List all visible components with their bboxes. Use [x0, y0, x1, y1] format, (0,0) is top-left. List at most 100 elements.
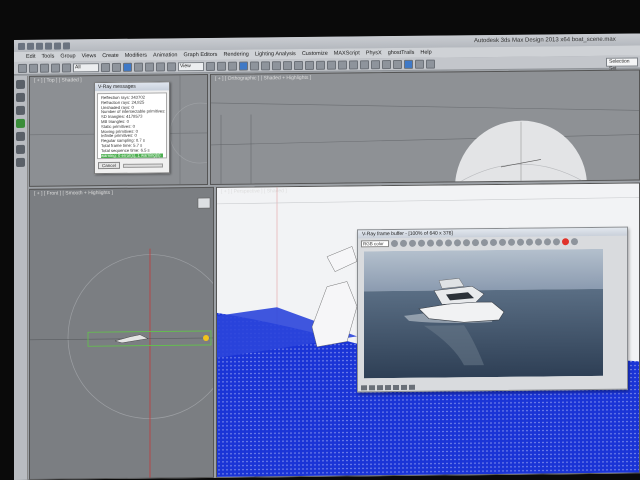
lock-icon[interactable] — [553, 237, 560, 245]
create-panel-icon[interactable] — [16, 79, 25, 89]
edit-named-selection-icon[interactable] — [283, 60, 292, 70]
viewport-label-perspective[interactable]: [ + ] [ Perspective ] [ Shaded ] — [221, 188, 287, 195]
render-production-icon[interactable] — [393, 59, 402, 69]
percent-snap-icon[interactable] — [261, 60, 270, 70]
vray-messages-log[interactable]: Reflection rays: 343702 Refraction rays:… — [97, 92, 167, 160]
vray-frame-buffer-icon[interactable] — [404, 59, 413, 69]
clear-image-icon[interactable] — [454, 238, 461, 246]
render-teapot-icon[interactable] — [415, 59, 424, 69]
color-correction-icon[interactable] — [517, 238, 524, 246]
quick-access-toolbar[interactable] — [18, 41, 70, 50]
green-channel-icon[interactable] — [400, 239, 407, 247]
cancel-button[interactable]: Cancel — [98, 161, 121, 170]
select-by-name-icon[interactable] — [112, 62, 121, 72]
keyboard-shortcut-icon[interactable] — [228, 61, 237, 71]
window-crossing-icon[interactable] — [134, 62, 143, 72]
menu-create[interactable]: Create — [102, 53, 119, 59]
status-icon[interactable] — [385, 385, 391, 391]
status-icon[interactable] — [409, 384, 415, 390]
last-render-icon[interactable] — [490, 238, 497, 246]
stop-render-icon[interactable] — [562, 237, 569, 245]
undo-icon[interactable] — [54, 42, 61, 50]
display-panel-icon[interactable] — [16, 131, 25, 141]
menu-customize[interactable]: Customize — [302, 51, 328, 57]
align-icon[interactable] — [305, 60, 314, 70]
status-icon[interactable] — [401, 384, 407, 390]
motion-panel-icon[interactable] — [16, 118, 25, 128]
selection-filter-dropdown[interactable]: All — [73, 62, 99, 72]
viewport-label-front[interactable]: [ + ] [ Orthographic ] [ Shaded + Highli… — [215, 75, 311, 82]
render-panel-icon[interactable] — [16, 157, 25, 167]
menu-physx[interactable]: PhysX — [366, 50, 382, 56]
redo-icon[interactable] — [29, 63, 38, 73]
pivot-center-icon[interactable] — [206, 61, 215, 71]
load-image-icon[interactable] — [445, 238, 452, 246]
menu-graph-editors[interactable]: Graph Editors — [184, 52, 218, 58]
viewport-label-left[interactable]: [ + ] [ Front ] [ Smooth + Highlights ] — [34, 190, 113, 197]
render-setup-icon[interactable] — [371, 59, 380, 69]
viewport-left[interactable]: [ + ] [ Front ] [ Smooth + Highlights ] — [29, 186, 214, 480]
redo-icon[interactable] — [63, 41, 70, 49]
alpha-channel-icon[interactable] — [418, 239, 425, 247]
compare-icon[interactable] — [499, 238, 506, 246]
menu-views[interactable]: Views — [82, 53, 97, 59]
vray-messages-title[interactable]: V-Ray messages — [95, 82, 169, 92]
menu-animation[interactable]: Animation — [153, 52, 177, 58]
history-icon[interactable] — [544, 237, 551, 245]
lut-icon[interactable] — [535, 237, 542, 246]
spinner-snap-icon[interactable] — [272, 60, 281, 70]
save-image-icon[interactable] — [436, 239, 443, 247]
menu-modifiers[interactable]: Modifiers — [125, 53, 147, 59]
render-icon[interactable] — [571, 237, 578, 245]
app-menu-icon[interactable] — [18, 42, 25, 50]
blue-channel-icon[interactable] — [409, 239, 416, 247]
status-icon[interactable] — [361, 385, 367, 391]
bind-space-warp-icon[interactable] — [62, 62, 71, 72]
gear-icon[interactable] — [426, 59, 435, 69]
track-mouse-icon[interactable] — [472, 238, 479, 246]
layer-manager-icon[interactable] — [316, 60, 325, 70]
viewcube-icon[interactable] — [197, 197, 211, 209]
rendered-frame-window-icon[interactable] — [382, 59, 391, 69]
angle-snap-icon[interactable] — [250, 60, 259, 71]
menu-help[interactable]: Help — [420, 50, 431, 56]
open-file-icon[interactable] — [36, 42, 43, 50]
hierarchy-panel-icon[interactable] — [16, 105, 25, 115]
undo-icon[interactable] — [18, 63, 27, 73]
curve-editor-icon[interactable] — [338, 60, 347, 70]
move-icon[interactable] — [145, 62, 154, 72]
menu-tools[interactable]: Tools — [41, 54, 54, 60]
viewport-front[interactable]: [ + ] [ Orthographic ] [ Shaded + Highli… — [210, 69, 640, 185]
region-render-icon[interactable] — [481, 238, 488, 246]
menu-rendering[interactable]: Rendering — [223, 52, 248, 58]
vray-messages-window[interactable]: V-Ray messages Reflection rays: 343702 R… — [94, 81, 170, 175]
mono-icon[interactable] — [427, 239, 434, 247]
rendered-boat-image[interactable] — [364, 248, 603, 379]
status-icon[interactable] — [369, 385, 375, 391]
utilities-panel-icon[interactable] — [16, 144, 25, 154]
modify-panel-icon[interactable] — [16, 92, 25, 102]
select-object-icon[interactable] — [101, 62, 110, 72]
red-channel-icon[interactable] — [391, 239, 398, 247]
snap-toggle-icon[interactable] — [239, 61, 248, 71]
vray-frame-buffer-window[interactable]: V-Ray frame buffer - [100% of 640 x 376]… — [357, 226, 628, 393]
schematic-view-icon[interactable] — [349, 59, 358, 69]
material-editor-icon[interactable] — [360, 59, 369, 69]
viewport-label-top[interactable]: [ + ] [ Top ] [ Shaded ] — [34, 77, 82, 83]
srgb-icon[interactable] — [526, 238, 533, 246]
mirror-icon[interactable] — [294, 60, 303, 70]
status-icon[interactable] — [377, 385, 383, 391]
menu-ghosttrails[interactable]: ghostTrails — [388, 50, 415, 56]
menu-lighting-analysis[interactable]: Lighting Analysis — [255, 51, 296, 57]
duplicate-icon[interactable] — [463, 238, 470, 246]
rectangular-selection-icon[interactable] — [123, 62, 132, 72]
unlink-icon[interactable] — [51, 63, 60, 73]
menu-maxscript[interactable]: MAXScript — [334, 50, 360, 56]
save-file-icon[interactable] — [45, 42, 52, 50]
link-icon[interactable] — [40, 63, 49, 73]
lens-effects-icon[interactable] — [508, 238, 515, 246]
named-selection-field[interactable]: Selection Set — [606, 56, 638, 71]
rotate-icon[interactable] — [156, 61, 165, 72]
menu-edit[interactable]: Edit — [26, 54, 35, 60]
status-icon[interactable] — [393, 384, 399, 391]
